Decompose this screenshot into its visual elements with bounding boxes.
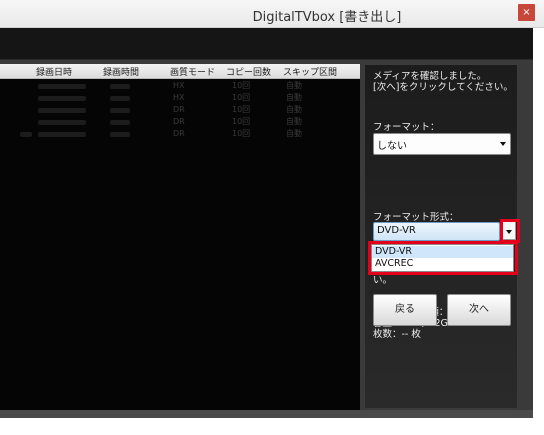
quality-mode: HX	[173, 81, 185, 90]
format-type-select-value: DVD-VR	[377, 225, 416, 236]
option-dvd-vr[interactable]: DVD-VR	[372, 246, 513, 258]
status-strip	[0, 410, 533, 418]
list-header: 録画日時 録画時間 画質モード コピー回数 スキップ区間	[0, 64, 360, 79]
blurred-date	[38, 132, 86, 137]
toolbar	[0, 28, 533, 60]
blurred-duration	[110, 84, 130, 89]
format-label: フォーマット：	[373, 122, 440, 133]
export-settings-panel: メディアを確認しました。 [次へ]をクリックしてください。 フォーマット： しな…	[364, 64, 518, 409]
skip-mode: 自動	[286, 93, 302, 102]
quality-mode: DR	[173, 105, 185, 114]
media-count: 枚数：-- 枚	[373, 329, 421, 340]
column-header-date[interactable]: 録画日時	[36, 65, 72, 78]
blurred-date	[38, 108, 86, 113]
blurred-date	[38, 96, 86, 101]
copy-count: 10回	[232, 93, 251, 102]
format-select[interactable]: しない	[373, 133, 511, 155]
column-header-quality[interactable]: 画質モード	[170, 65, 215, 78]
column-header-skip[interactable]: スキップ区間	[283, 65, 337, 78]
close-button[interactable]: ×	[518, 4, 535, 21]
copy-count: 10回	[232, 129, 251, 138]
skip-mode: 自動	[286, 81, 302, 90]
list-row[interactable]: DR 10回 自動	[0, 117, 360, 127]
blurred-duration	[110, 120, 130, 125]
back-button[interactable]: 戻る	[373, 294, 437, 326]
partial-hidden-text: い。	[373, 275, 393, 286]
copy-count: 10回	[232, 81, 251, 90]
list-row[interactable]: HX 10回 自動	[0, 81, 360, 91]
quality-mode: DR	[173, 129, 185, 138]
blurred-date	[38, 120, 86, 125]
copy-count: 10回	[232, 105, 251, 114]
chevron-down-icon	[500, 142, 506, 146]
quality-mode: DR	[173, 117, 185, 126]
status-message-line2: [次へ]をクリックしてください。	[373, 82, 513, 93]
format-type-dropdown-button[interactable]	[502, 221, 516, 240]
blurred-date	[38, 84, 86, 89]
recording-list[interactable]: 録画日時 録画時間 画質モード コピー回数 スキップ区間 HX 10回 自動 H…	[0, 64, 360, 414]
column-header-copies[interactable]: コピー回数	[226, 65, 271, 78]
skip-mode: 自動	[286, 117, 302, 126]
format-select-value: しない	[377, 141, 407, 152]
quality-mode: HX	[173, 93, 185, 102]
window-margin	[0, 418, 544, 435]
option-avcrec[interactable]: AVCREC	[372, 258, 513, 270]
status-message-line1: メディアを確認しました。	[373, 71, 487, 82]
format-type-select[interactable]: DVD-VR	[373, 222, 500, 241]
copy-count: 10回	[232, 117, 251, 126]
blurred-duration	[110, 96, 130, 101]
list-row[interactable]: DR 10回 自動	[0, 105, 360, 115]
column-header-duration[interactable]: 録画時間	[103, 65, 139, 78]
blurred-duration	[110, 108, 130, 113]
next-button[interactable]: 次へ	[447, 294, 511, 326]
skip-mode: 自動	[286, 129, 302, 138]
list-row[interactable]: DR 10回 自動	[0, 129, 360, 139]
blurred-duration	[110, 132, 130, 137]
skip-mode: 自動	[286, 105, 302, 114]
format-type-dropdown-list[interactable]: DVD-VR AVCREC	[371, 244, 514, 272]
list-row[interactable]: HX 10回 自動	[0, 93, 360, 103]
blurred-marker	[20, 132, 32, 137]
window-title: DigitalTVbox [書き出し]	[252, 10, 402, 25]
title-bar: DigitalTVbox [書き出し] ×	[0, 0, 544, 28]
